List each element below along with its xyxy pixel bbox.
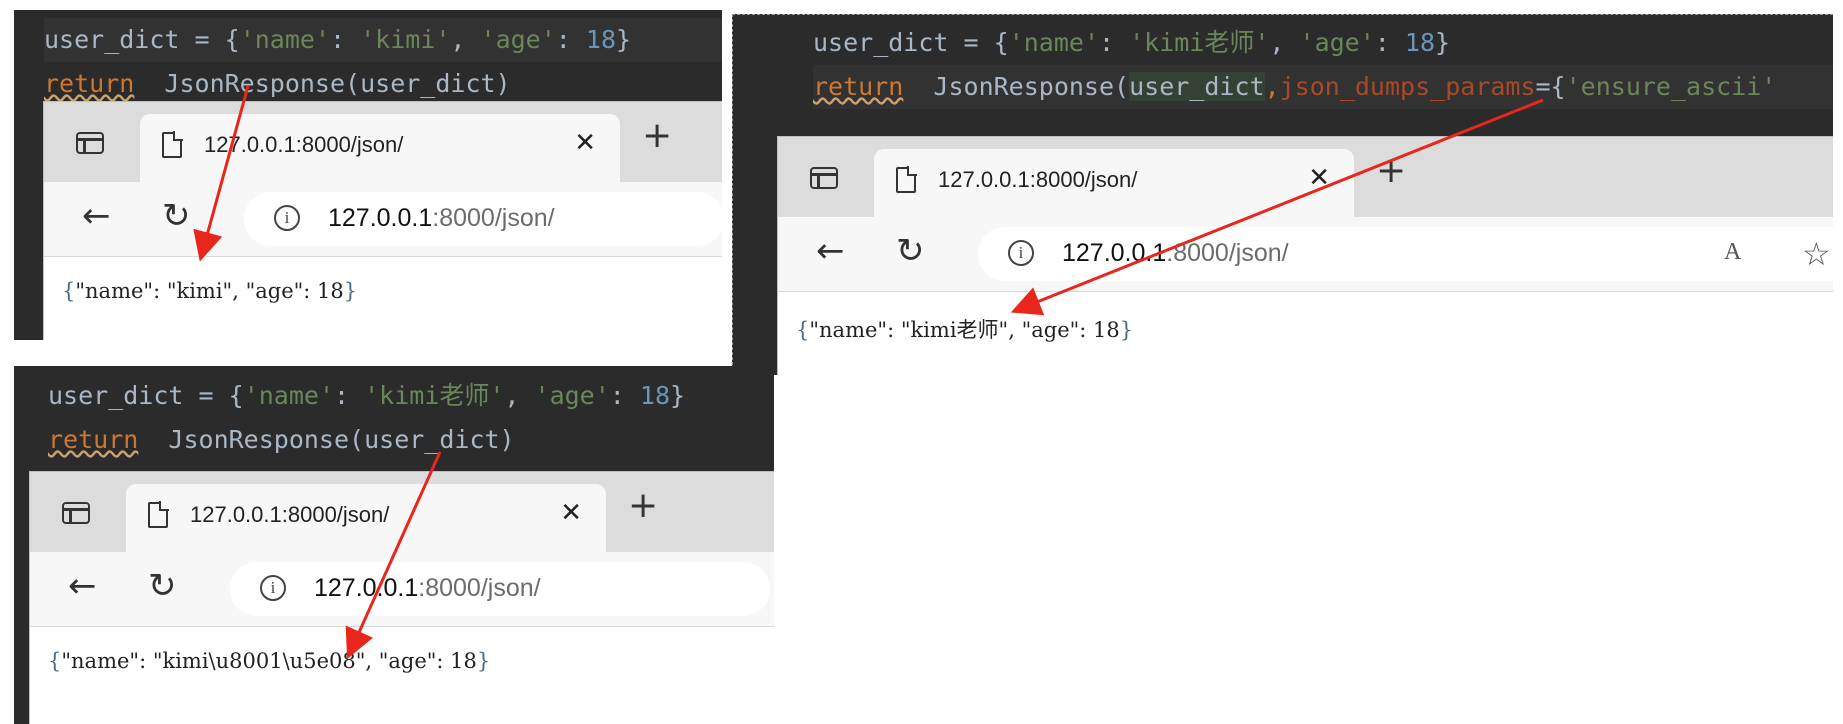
- screenshot-collage: user_dict = {'name': 'kimi', 'age': 18} …: [0, 0, 1843, 724]
- annotation-arrows: [193, 85, 1544, 659]
- arrow-bottom-left: [345, 451, 442, 659]
- arrow-top-left: [193, 85, 250, 262]
- arrow-right: [1010, 98, 1544, 316]
